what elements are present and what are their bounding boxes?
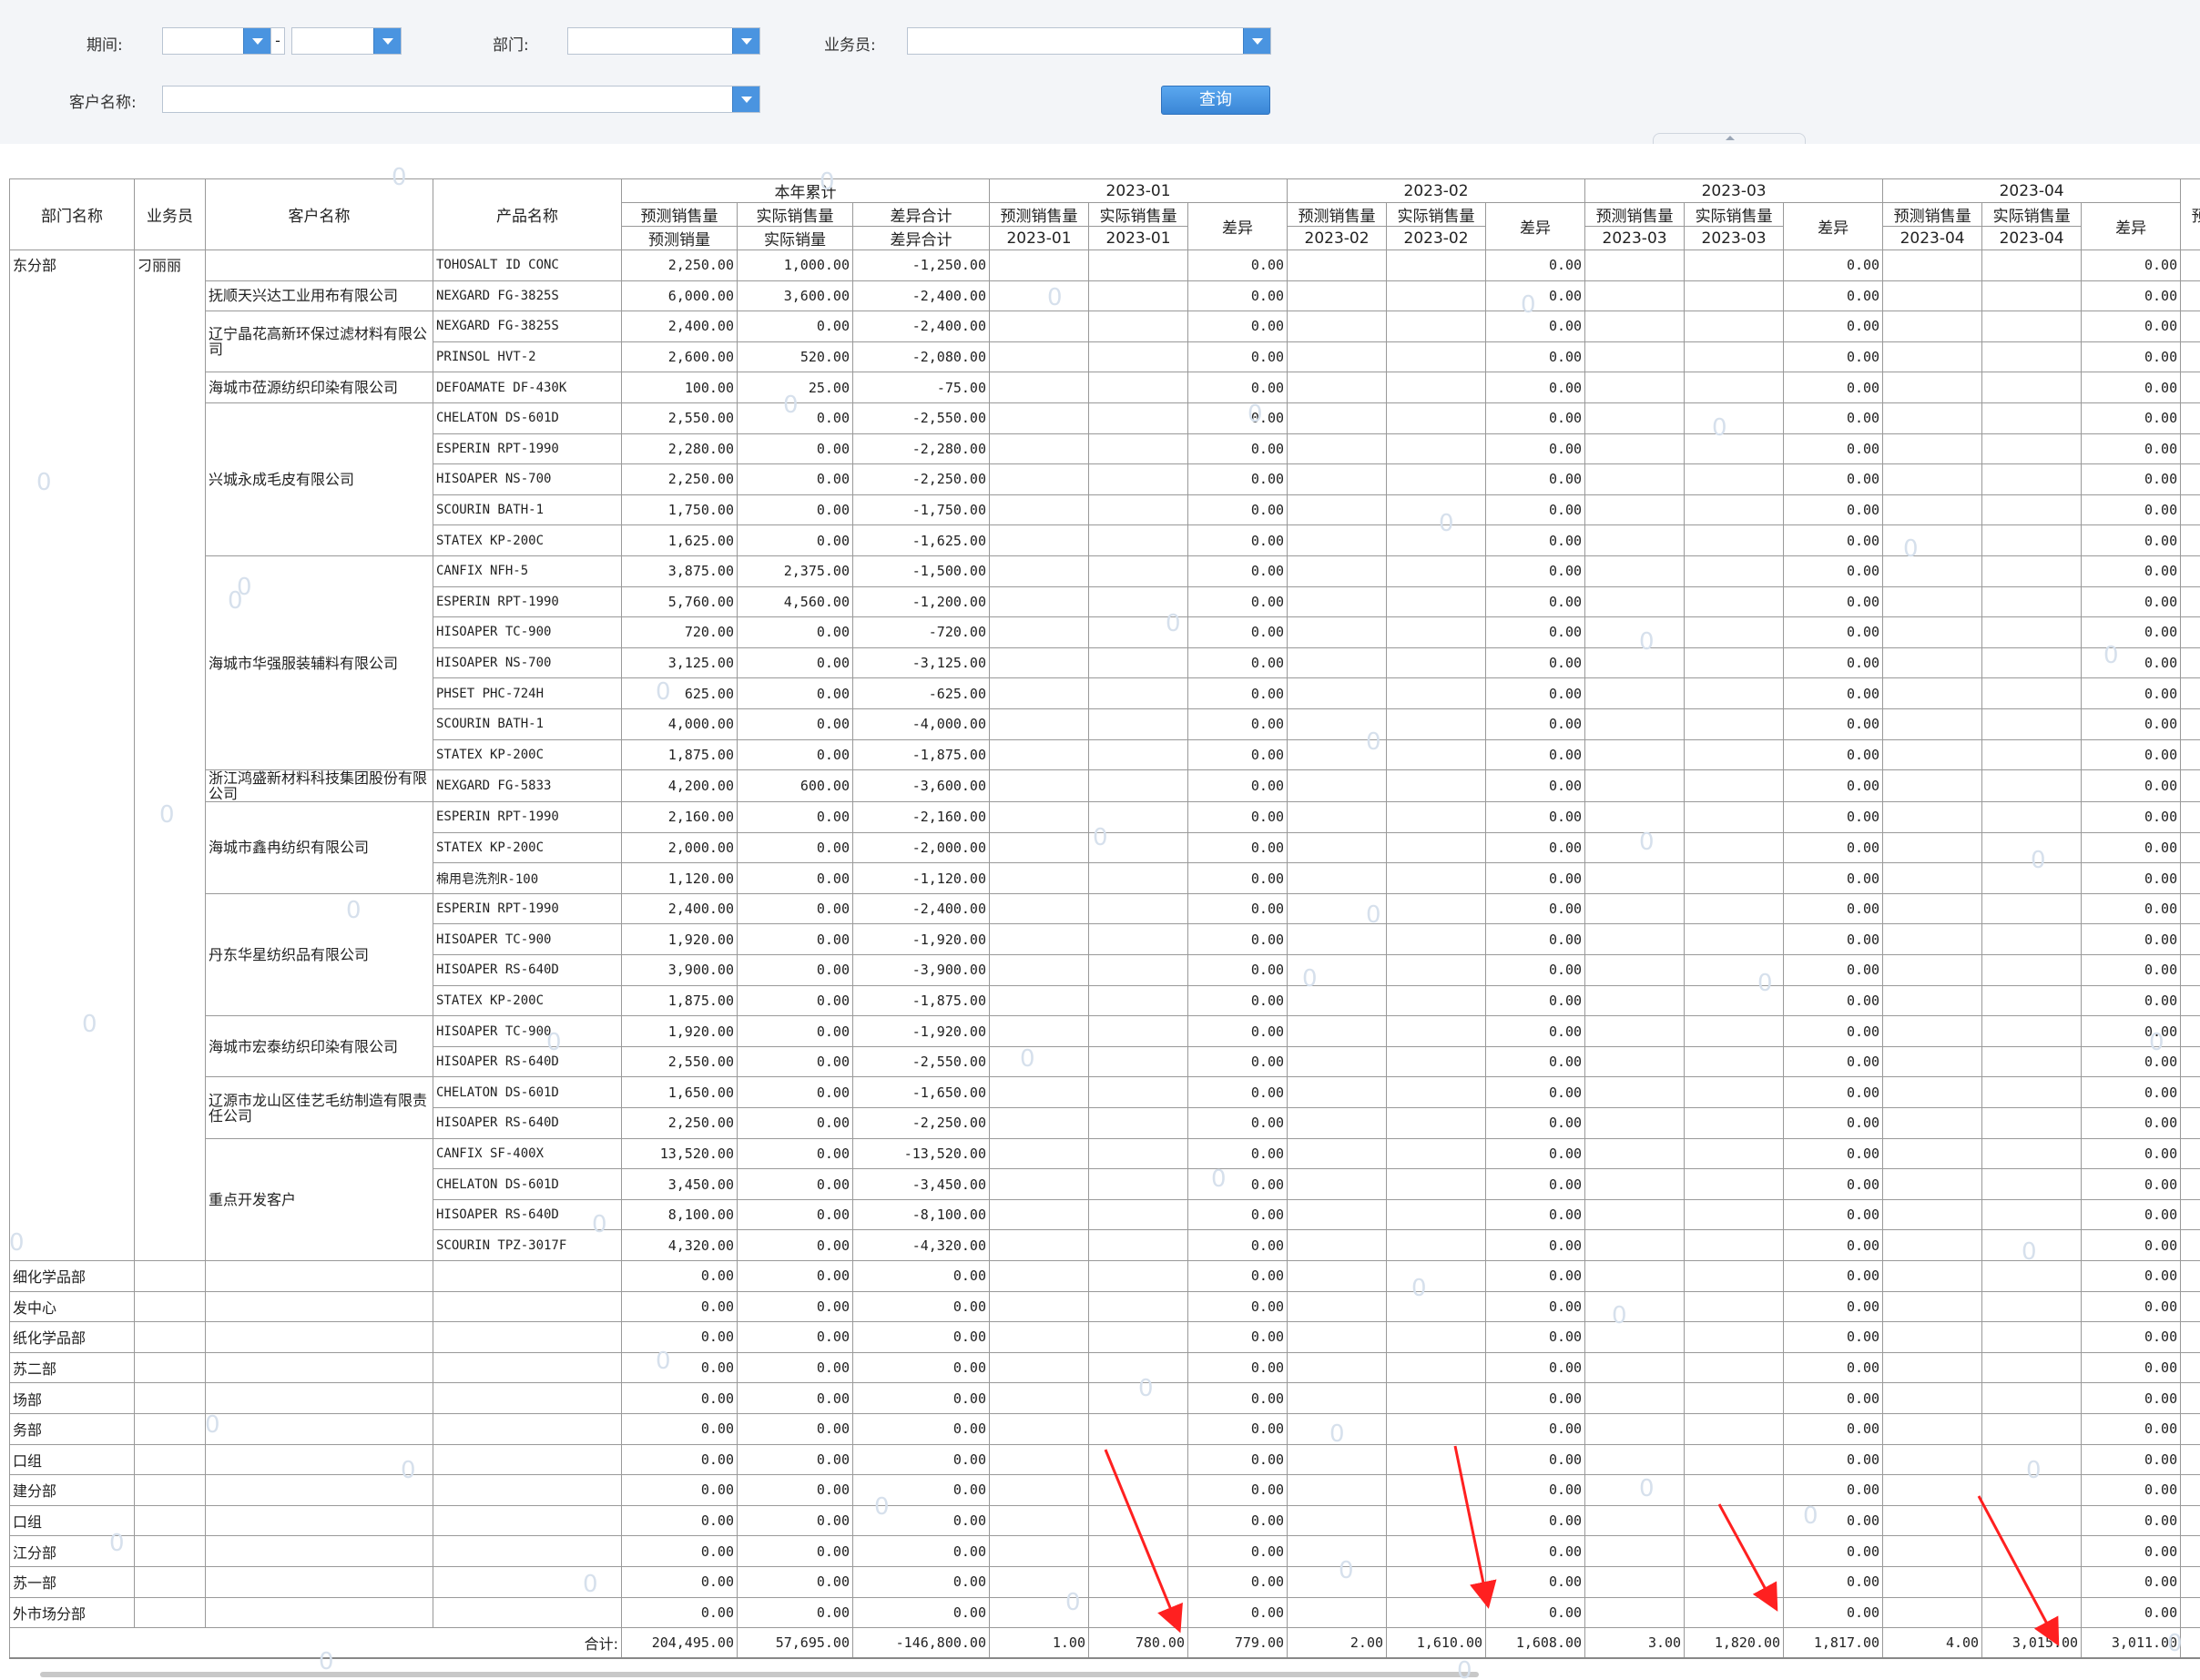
annotation-arrows (1104, 1445, 2060, 1646)
annotation-arrow-3 (1717, 1503, 1778, 1612)
annotation-arrow-4 (1977, 1495, 2060, 1646)
annotation-arrow-1 (1104, 1449, 1183, 1634)
annotation-arrow-2 (1453, 1445, 1497, 1609)
